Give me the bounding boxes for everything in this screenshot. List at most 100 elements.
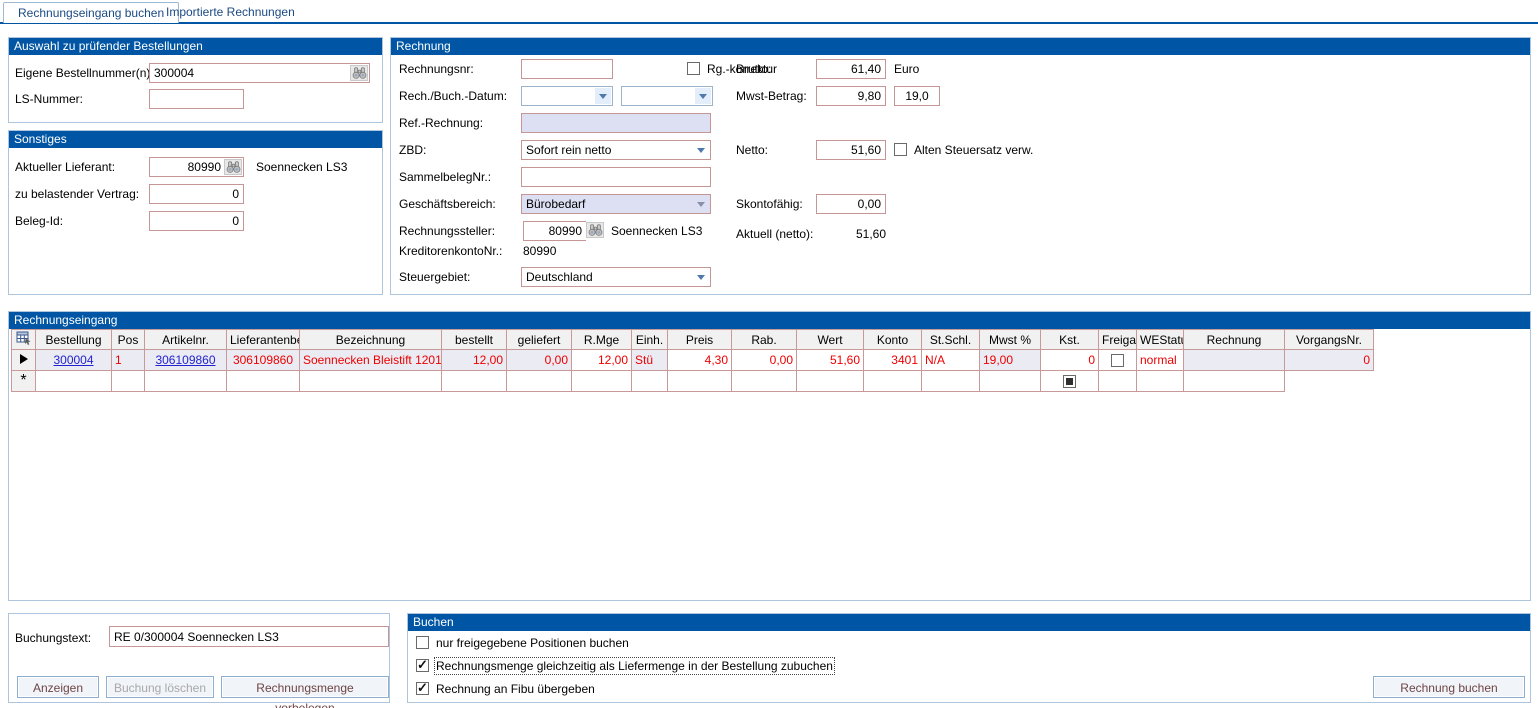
col-header-freiga[interactable]: Freiga — [1099, 330, 1137, 350]
new-cell-konto[interactable] — [864, 371, 922, 392]
new-cell-rmge[interactable] — [572, 371, 632, 392]
col-header-rmge[interactable]: R.Mge — [572, 330, 632, 350]
cell-bestellt[interactable]: 12,00 — [442, 350, 507, 371]
new-cell-geliefert[interactable] — [507, 371, 572, 392]
new-cell-freiga[interactable] — [1041, 371, 1099, 392]
cell-preis[interactable]: 4,30 — [668, 350, 732, 371]
new-cell-artikelnr[interactable] — [145, 371, 227, 392]
col-header-konto[interactable]: Konto — [864, 330, 922, 350]
current-row-selector[interactable] — [12, 350, 36, 371]
geschaeftsbereich-combo[interactable]: Bürobedarf — [521, 194, 711, 214]
col-header-einh[interactable]: Einh. — [632, 330, 668, 350]
bestellnummer-search-button[interactable] — [350, 65, 368, 81]
freiga-checkbox-indeterminate[interactable] — [1063, 375, 1076, 388]
cell-vorgangsnr[interactable]: 0 — [1285, 350, 1374, 371]
cell-artikelnr[interactable]: 306109860 — [145, 350, 227, 371]
col-header-wert[interactable]: Wert — [797, 330, 864, 350]
cell-stschl[interactable]: N/A — [922, 350, 980, 371]
steuergebiet-combo[interactable]: Deutschland — [521, 267, 711, 287]
col-header-rechnung[interactable]: Rechnung — [1184, 330, 1285, 350]
new-cell-preis[interactable] — [668, 371, 732, 392]
rg-korrektur-checkbox[interactable] — [687, 62, 700, 75]
cell-pos[interactable]: 1 — [112, 350, 145, 371]
col-header-lieferantenbe[interactable]: Lieferantenbe — [227, 330, 300, 350]
new-cell-rab[interactable] — [732, 371, 797, 392]
col-header-kst[interactable]: Kst. — [1041, 330, 1099, 350]
artikelnr-link[interactable]: 306109860 — [155, 353, 215, 367]
col-header-vorgangsnr[interactable]: VorgangsNr. — [1285, 330, 1374, 350]
new-cell-rechnung[interactable] — [1137, 371, 1184, 392]
col-header-bestellung[interactable]: Bestellung — [36, 330, 112, 350]
cell-konto[interactable]: 3401 — [864, 350, 922, 371]
cell-wert[interactable]: 51,60 — [797, 350, 864, 371]
new-cell-westatu[interactable] — [1099, 371, 1137, 392]
col-header-pos[interactable]: Pos — [112, 330, 145, 350]
cell-mwst[interactable]: 19,00 — [980, 350, 1041, 371]
rechnungssteller-input[interactable] — [524, 222, 586, 240]
mwst-satz-input[interactable] — [894, 86, 940, 106]
col-header-westatu[interactable]: WEStatu — [1137, 330, 1184, 350]
rechnungsmenge-vorbelegen-button[interactable]: Rechnungsmenge vorbelegen — [221, 676, 389, 698]
buchungsdatum-combo[interactable] — [621, 86, 713, 106]
col-header-mwst[interactable]: Mwst % — [980, 330, 1041, 350]
cell-kst[interactable]: 0 — [1041, 350, 1099, 371]
new-cell-stschl[interactable] — [922, 371, 980, 392]
new-cell-bestellung[interactable] — [36, 371, 112, 392]
col-header-rab[interactable]: Rab. — [732, 330, 797, 350]
rechnung-buchen-button[interactable]: Rechnung buchen — [1373, 676, 1525, 698]
zbd-combo[interactable]: Sofort rein netto — [521, 140, 711, 160]
vertrag-input[interactable] — [149, 184, 244, 204]
buchungstext-input[interactable] — [109, 626, 389, 647]
table-row: 300004 1 306109860 306109860 Soennecken … — [12, 350, 1374, 371]
new-cell-einh[interactable] — [632, 371, 668, 392]
new-cell-pos[interactable] — [112, 371, 145, 392]
ls-nummer-input[interactable] — [149, 89, 244, 109]
new-cell-mwst[interactable] — [980, 371, 1041, 392]
liefermenge-zubuchen-checkbox[interactable] — [416, 659, 429, 672]
cell-westatu[interactable]: normal — [1137, 350, 1184, 371]
cell-lieferantenbe[interactable]: 306109860 — [227, 350, 300, 371]
netto-input[interactable] — [816, 140, 886, 160]
new-cell-bezeichnung[interactable] — [300, 371, 442, 392]
col-header-stschl[interactable]: St.Schl. — [922, 330, 980, 350]
cell-rechnung[interactable] — [1184, 350, 1285, 371]
anzeigen-button[interactable]: Anzeigen — [17, 676, 99, 698]
chevron-down-icon — [697, 202, 705, 207]
tab-importierte-rechnungen[interactable]: Importierte Rechnungen — [152, 2, 309, 22]
bestellung-link[interactable]: 300004 — [53, 353, 93, 367]
grid-corner-cell[interactable] — [12, 330, 36, 350]
cell-rmge[interactable]: 12,00 — [572, 350, 632, 371]
cell-bestellung[interactable]: 300004 — [36, 350, 112, 371]
col-header-bezeichnung[interactable]: Bezeichnung — [300, 330, 442, 350]
skonto-input[interactable] — [816, 194, 886, 214]
nur-freigegebene-checkbox[interactable] — [416, 636, 429, 649]
lieferant-search-button[interactable] — [224, 159, 242, 175]
cell-bezeichnung[interactable]: Soennecken Bleistift 1201 — [300, 350, 442, 371]
cell-einh[interactable]: Stü — [632, 350, 668, 371]
sammelbeleg-input[interactable] — [521, 167, 711, 187]
ls-nummer-label: LS-Nummer: — [15, 92, 83, 106]
cell-geliefert[interactable]: 0,00 — [507, 350, 572, 371]
cell-rab[interactable]: 0,00 — [732, 350, 797, 371]
freiga-checkbox[interactable] — [1111, 354, 1124, 367]
beleg-id-input[interactable] — [149, 211, 244, 231]
new-cell-lieferantenbe[interactable] — [227, 371, 300, 392]
brutto-input[interactable] — [816, 59, 886, 79]
rechnungsnr-input[interactable] — [521, 59, 613, 79]
col-header-geliefert[interactable]: geliefert — [507, 330, 572, 350]
col-header-artikelnr[interactable]: Artikelnr. — [145, 330, 227, 350]
new-cell-bestellt[interactable] — [442, 371, 507, 392]
mwst-betrag-input[interactable] — [816, 86, 886, 106]
fibu-uebergeben-checkbox[interactable] — [416, 682, 429, 695]
buchung-loeschen-button[interactable]: Buchung löschen — [106, 676, 214, 698]
cell-freiga[interactable] — [1099, 350, 1137, 371]
bestellnummer-input[interactable] — [150, 64, 369, 82]
new-cell-vorgangsnr[interactable] — [1184, 371, 1285, 392]
rechnungsdatum-combo[interactable] — [521, 86, 613, 106]
new-cell-wert[interactable] — [797, 371, 864, 392]
col-header-bestellt[interactable]: bestellt — [442, 330, 507, 350]
alter-steuersatz-checkbox[interactable] — [894, 143, 907, 156]
rechnungssteller-search-button[interactable] — [586, 222, 604, 238]
new-row-selector[interactable]: * — [12, 371, 36, 392]
col-header-preis[interactable]: Preis — [668, 330, 732, 350]
